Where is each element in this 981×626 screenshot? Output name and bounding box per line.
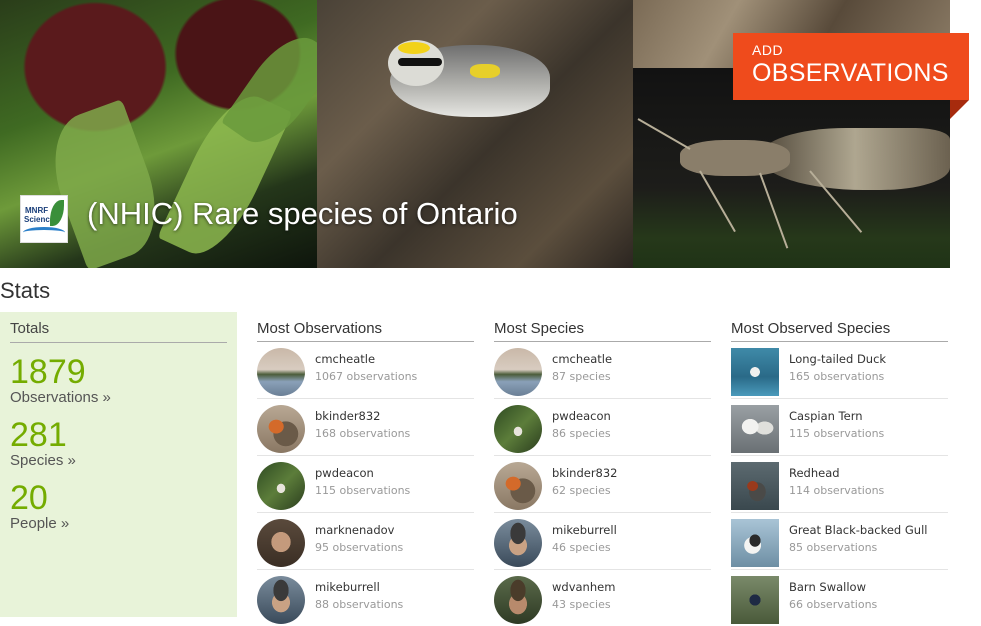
- count-text: 115 observations: [789, 427, 885, 440]
- list-item: cmcheatle 87 species: [494, 342, 711, 399]
- count-text: 168 observations: [315, 427, 411, 440]
- list-item: wdvanhem 43 species: [494, 570, 711, 626]
- total-observations[interactable]: 1879 Observations »: [10, 355, 227, 406]
- count-text: 46 species: [552, 541, 611, 554]
- list-item: Barn Swallow 66 observations: [731, 570, 948, 626]
- count-text: 115 observations: [315, 484, 411, 497]
- list-item: Long-tailed Duck 165 observations: [731, 342, 948, 399]
- species-thumbnail[interactable]: [731, 519, 779, 567]
- count-text: 95 observations: [315, 541, 404, 554]
- logo-text-1: MNRF: [25, 206, 49, 215]
- species-link[interactable]: Long-tailed Duck: [789, 352, 886, 366]
- leaf-icon: [50, 200, 64, 226]
- project-title[interactable]: (NHIC) Rare species of Ontario: [87, 196, 518, 232]
- species-link[interactable]: Barn Swallow: [789, 580, 866, 594]
- total-people[interactable]: 20 People »: [10, 481, 227, 532]
- list-item: cmcheatle 1067 observations: [257, 342, 474, 399]
- list-item: Caspian Tern 115 observations: [731, 399, 948, 456]
- user-link[interactable]: marknenadov: [315, 523, 394, 537]
- user-avatar[interactable]: [257, 519, 305, 567]
- user-avatar[interactable]: [494, 519, 542, 567]
- list-item: mikeburrell 88 observations: [257, 570, 474, 626]
- user-avatar[interactable]: [257, 405, 305, 453]
- stat-number: 281: [10, 416, 67, 454]
- stat-link-species[interactable]: Species »: [10, 452, 227, 469]
- total-species[interactable]: 281 Species »: [10, 418, 227, 469]
- project-logo[interactable]: MNRF Science: [20, 195, 68, 243]
- count-text: 165 observations: [789, 370, 885, 383]
- totals-heading: Totals: [10, 320, 227, 343]
- add-observations-button[interactable]: ADD OBSERVATIONS: [733, 33, 969, 100]
- count-text: 85 observations: [789, 541, 878, 554]
- totals-panel: Totals 1879 Observations » 281 Species »…: [0, 312, 237, 617]
- list-item: bkinder832 62 species: [494, 456, 711, 513]
- count-text: 86 species: [552, 427, 611, 440]
- count-text: 87 species: [552, 370, 611, 383]
- user-link[interactable]: cmcheatle: [552, 352, 612, 366]
- count-text: 114 observations: [789, 484, 885, 497]
- column-heading: Most Observed Species: [731, 320, 948, 342]
- stat-number: 20: [10, 479, 48, 517]
- user-link[interactable]: wdvanhem: [552, 580, 615, 594]
- most-species-column: Most Species cmcheatle 87 species pwdeac…: [494, 320, 711, 626]
- button-fold: [950, 100, 969, 119]
- user-avatar[interactable]: [494, 405, 542, 453]
- count-text: 43 species: [552, 598, 611, 611]
- list-item: Redhead 114 observations: [731, 456, 948, 513]
- count-text: 88 observations: [315, 598, 404, 611]
- list-item: pwdeacon 115 observations: [257, 456, 474, 513]
- species-link[interactable]: Redhead: [789, 466, 840, 480]
- species-thumbnail[interactable]: [731, 462, 779, 510]
- most-observations-column: Most Observations cmcheatle 1067 observa…: [257, 320, 474, 626]
- user-avatar[interactable]: [257, 348, 305, 396]
- column-heading: Most Species: [494, 320, 711, 342]
- user-avatar[interactable]: [494, 348, 542, 396]
- most-observed-species-column: Most Observed Species Long-tailed Duck 1…: [731, 320, 948, 626]
- stat-number: 1879: [10, 353, 86, 391]
- wave-icon: [23, 227, 65, 238]
- list-item: bkinder832 168 observations: [257, 399, 474, 456]
- species-thumbnail[interactable]: [731, 405, 779, 453]
- stats-heading: Stats: [0, 278, 51, 303]
- count-text: 62 species: [552, 484, 611, 497]
- list-item: Great Black-backed Gull 85 observations: [731, 513, 948, 570]
- user-link[interactable]: pwdeacon: [315, 466, 374, 480]
- count-text: 1067 observations: [315, 370, 418, 383]
- stat-link-people[interactable]: People »: [10, 515, 227, 532]
- list-item: marknenadov 95 observations: [257, 513, 474, 570]
- user-link[interactable]: bkinder832: [315, 409, 381, 423]
- user-avatar[interactable]: [257, 462, 305, 510]
- user-link[interactable]: mikeburrell: [315, 580, 380, 594]
- user-link[interactable]: bkinder832: [552, 466, 618, 480]
- stat-link-observations[interactable]: Observations »: [10, 389, 227, 406]
- add-button-small-label: ADD: [752, 42, 784, 58]
- user-link[interactable]: mikeburrell: [552, 523, 617, 537]
- species-link[interactable]: Great Black-backed Gull: [789, 523, 927, 537]
- column-heading: Most Observations: [257, 320, 474, 342]
- user-link[interactable]: cmcheatle: [315, 352, 375, 366]
- species-thumbnail[interactable]: [731, 348, 779, 396]
- list-item: mikeburrell 46 species: [494, 513, 711, 570]
- user-avatar[interactable]: [494, 462, 542, 510]
- list-item: pwdeacon 86 species: [494, 399, 711, 456]
- count-text: 66 observations: [789, 598, 878, 611]
- add-button-large-label: OBSERVATIONS: [752, 59, 949, 87]
- species-link[interactable]: Caspian Tern: [789, 409, 863, 423]
- user-link[interactable]: pwdeacon: [552, 409, 611, 423]
